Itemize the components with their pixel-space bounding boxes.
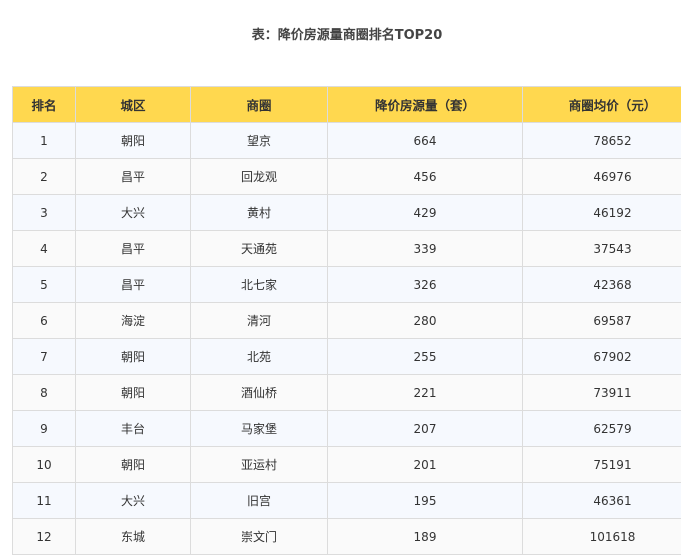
cell-avg-price: 46192	[523, 195, 681, 231]
cell-avg-price: 46361	[523, 483, 681, 519]
header-rank: 排名	[13, 87, 76, 123]
cell-district: 昌平	[76, 267, 191, 303]
header-listings: 降价房源量（套）	[328, 87, 523, 123]
cell-rank: 2	[13, 159, 76, 195]
cell-avg-price: 37543	[523, 231, 681, 267]
cell-avg-price: 46976	[523, 159, 681, 195]
table-row: 11大兴旧宫19546361	[13, 483, 681, 519]
cell-listings: 255	[328, 339, 523, 375]
cell-rank: 11	[13, 483, 76, 519]
cell-district: 大兴	[76, 483, 191, 519]
cell-listings: 280	[328, 303, 523, 339]
cell-district: 海淀	[76, 303, 191, 339]
cell-district: 昌平	[76, 231, 191, 267]
table-title: 表：降价房源量商圈排名TOP20	[0, 24, 681, 43]
cell-district: 丰台	[76, 411, 191, 447]
cell-listings: 326	[328, 267, 523, 303]
cell-rank: 9	[13, 411, 76, 447]
table-row: 4昌平天通苑33937543	[13, 231, 681, 267]
cell-district: 朝阳	[76, 375, 191, 411]
table-row: 7朝阳北苑25567902	[13, 339, 681, 375]
cell-rank: 3	[13, 195, 76, 231]
cell-area: 亚运村	[191, 447, 328, 483]
cell-rank: 7	[13, 339, 76, 375]
cell-avg-price: 62579	[523, 411, 681, 447]
ranking-table: 排名 城区 商圈 降价房源量（套） 商圈均价（元） 1朝阳望京664786522…	[12, 86, 681, 555]
cell-listings: 429	[328, 195, 523, 231]
table-row: 5昌平北七家32642368	[13, 267, 681, 303]
cell-area: 旧宫	[191, 483, 328, 519]
cell-avg-price: 75191	[523, 447, 681, 483]
cell-rank: 12	[13, 519, 76, 555]
header-avg-price: 商圈均价（元）	[523, 87, 681, 123]
table-row: 10朝阳亚运村20175191	[13, 447, 681, 483]
cell-listings: 189	[328, 519, 523, 555]
cell-listings: 664	[328, 123, 523, 159]
cell-rank: 5	[13, 267, 76, 303]
cell-listings: 195	[328, 483, 523, 519]
cell-avg-price: 42368	[523, 267, 681, 303]
cell-district: 昌平	[76, 159, 191, 195]
cell-area: 清河	[191, 303, 328, 339]
header-area: 商圈	[191, 87, 328, 123]
cell-area: 北苑	[191, 339, 328, 375]
cell-area: 黄村	[191, 195, 328, 231]
table-header-row: 排名 城区 商圈 降价房源量（套） 商圈均价（元）	[13, 87, 681, 123]
cell-area: 北七家	[191, 267, 328, 303]
cell-listings: 456	[328, 159, 523, 195]
cell-avg-price: 73911	[523, 375, 681, 411]
cell-area: 酒仙桥	[191, 375, 328, 411]
cell-listings: 339	[328, 231, 523, 267]
table-row: 3大兴黄村42946192	[13, 195, 681, 231]
cell-area: 回龙观	[191, 159, 328, 195]
cell-district: 朝阳	[76, 123, 191, 159]
table-row: 2昌平回龙观45646976	[13, 159, 681, 195]
cell-district: 朝阳	[76, 447, 191, 483]
cell-listings: 221	[328, 375, 523, 411]
cell-rank: 1	[13, 123, 76, 159]
table-row: 1朝阳望京66478652	[13, 123, 681, 159]
cell-district: 大兴	[76, 195, 191, 231]
cell-avg-price: 67902	[523, 339, 681, 375]
cell-listings: 201	[328, 447, 523, 483]
cell-listings: 207	[328, 411, 523, 447]
cell-avg-price: 69587	[523, 303, 681, 339]
cell-district: 朝阳	[76, 339, 191, 375]
cell-rank: 8	[13, 375, 76, 411]
cell-district: 东城	[76, 519, 191, 555]
cell-area: 天通苑	[191, 231, 328, 267]
cell-avg-price: 78652	[523, 123, 681, 159]
cell-area: 望京	[191, 123, 328, 159]
cell-avg-price: 101618	[523, 519, 681, 555]
cell-rank: 10	[13, 447, 76, 483]
cell-rank: 4	[13, 231, 76, 267]
table-row: 12东城崇文门189101618	[13, 519, 681, 555]
table-row: 6海淀清河28069587	[13, 303, 681, 339]
cell-rank: 6	[13, 303, 76, 339]
header-district: 城区	[76, 87, 191, 123]
cell-area: 崇文门	[191, 519, 328, 555]
table-row: 8朝阳酒仙桥22173911	[13, 375, 681, 411]
table-row: 9丰台马家堡20762579	[13, 411, 681, 447]
cell-area: 马家堡	[191, 411, 328, 447]
